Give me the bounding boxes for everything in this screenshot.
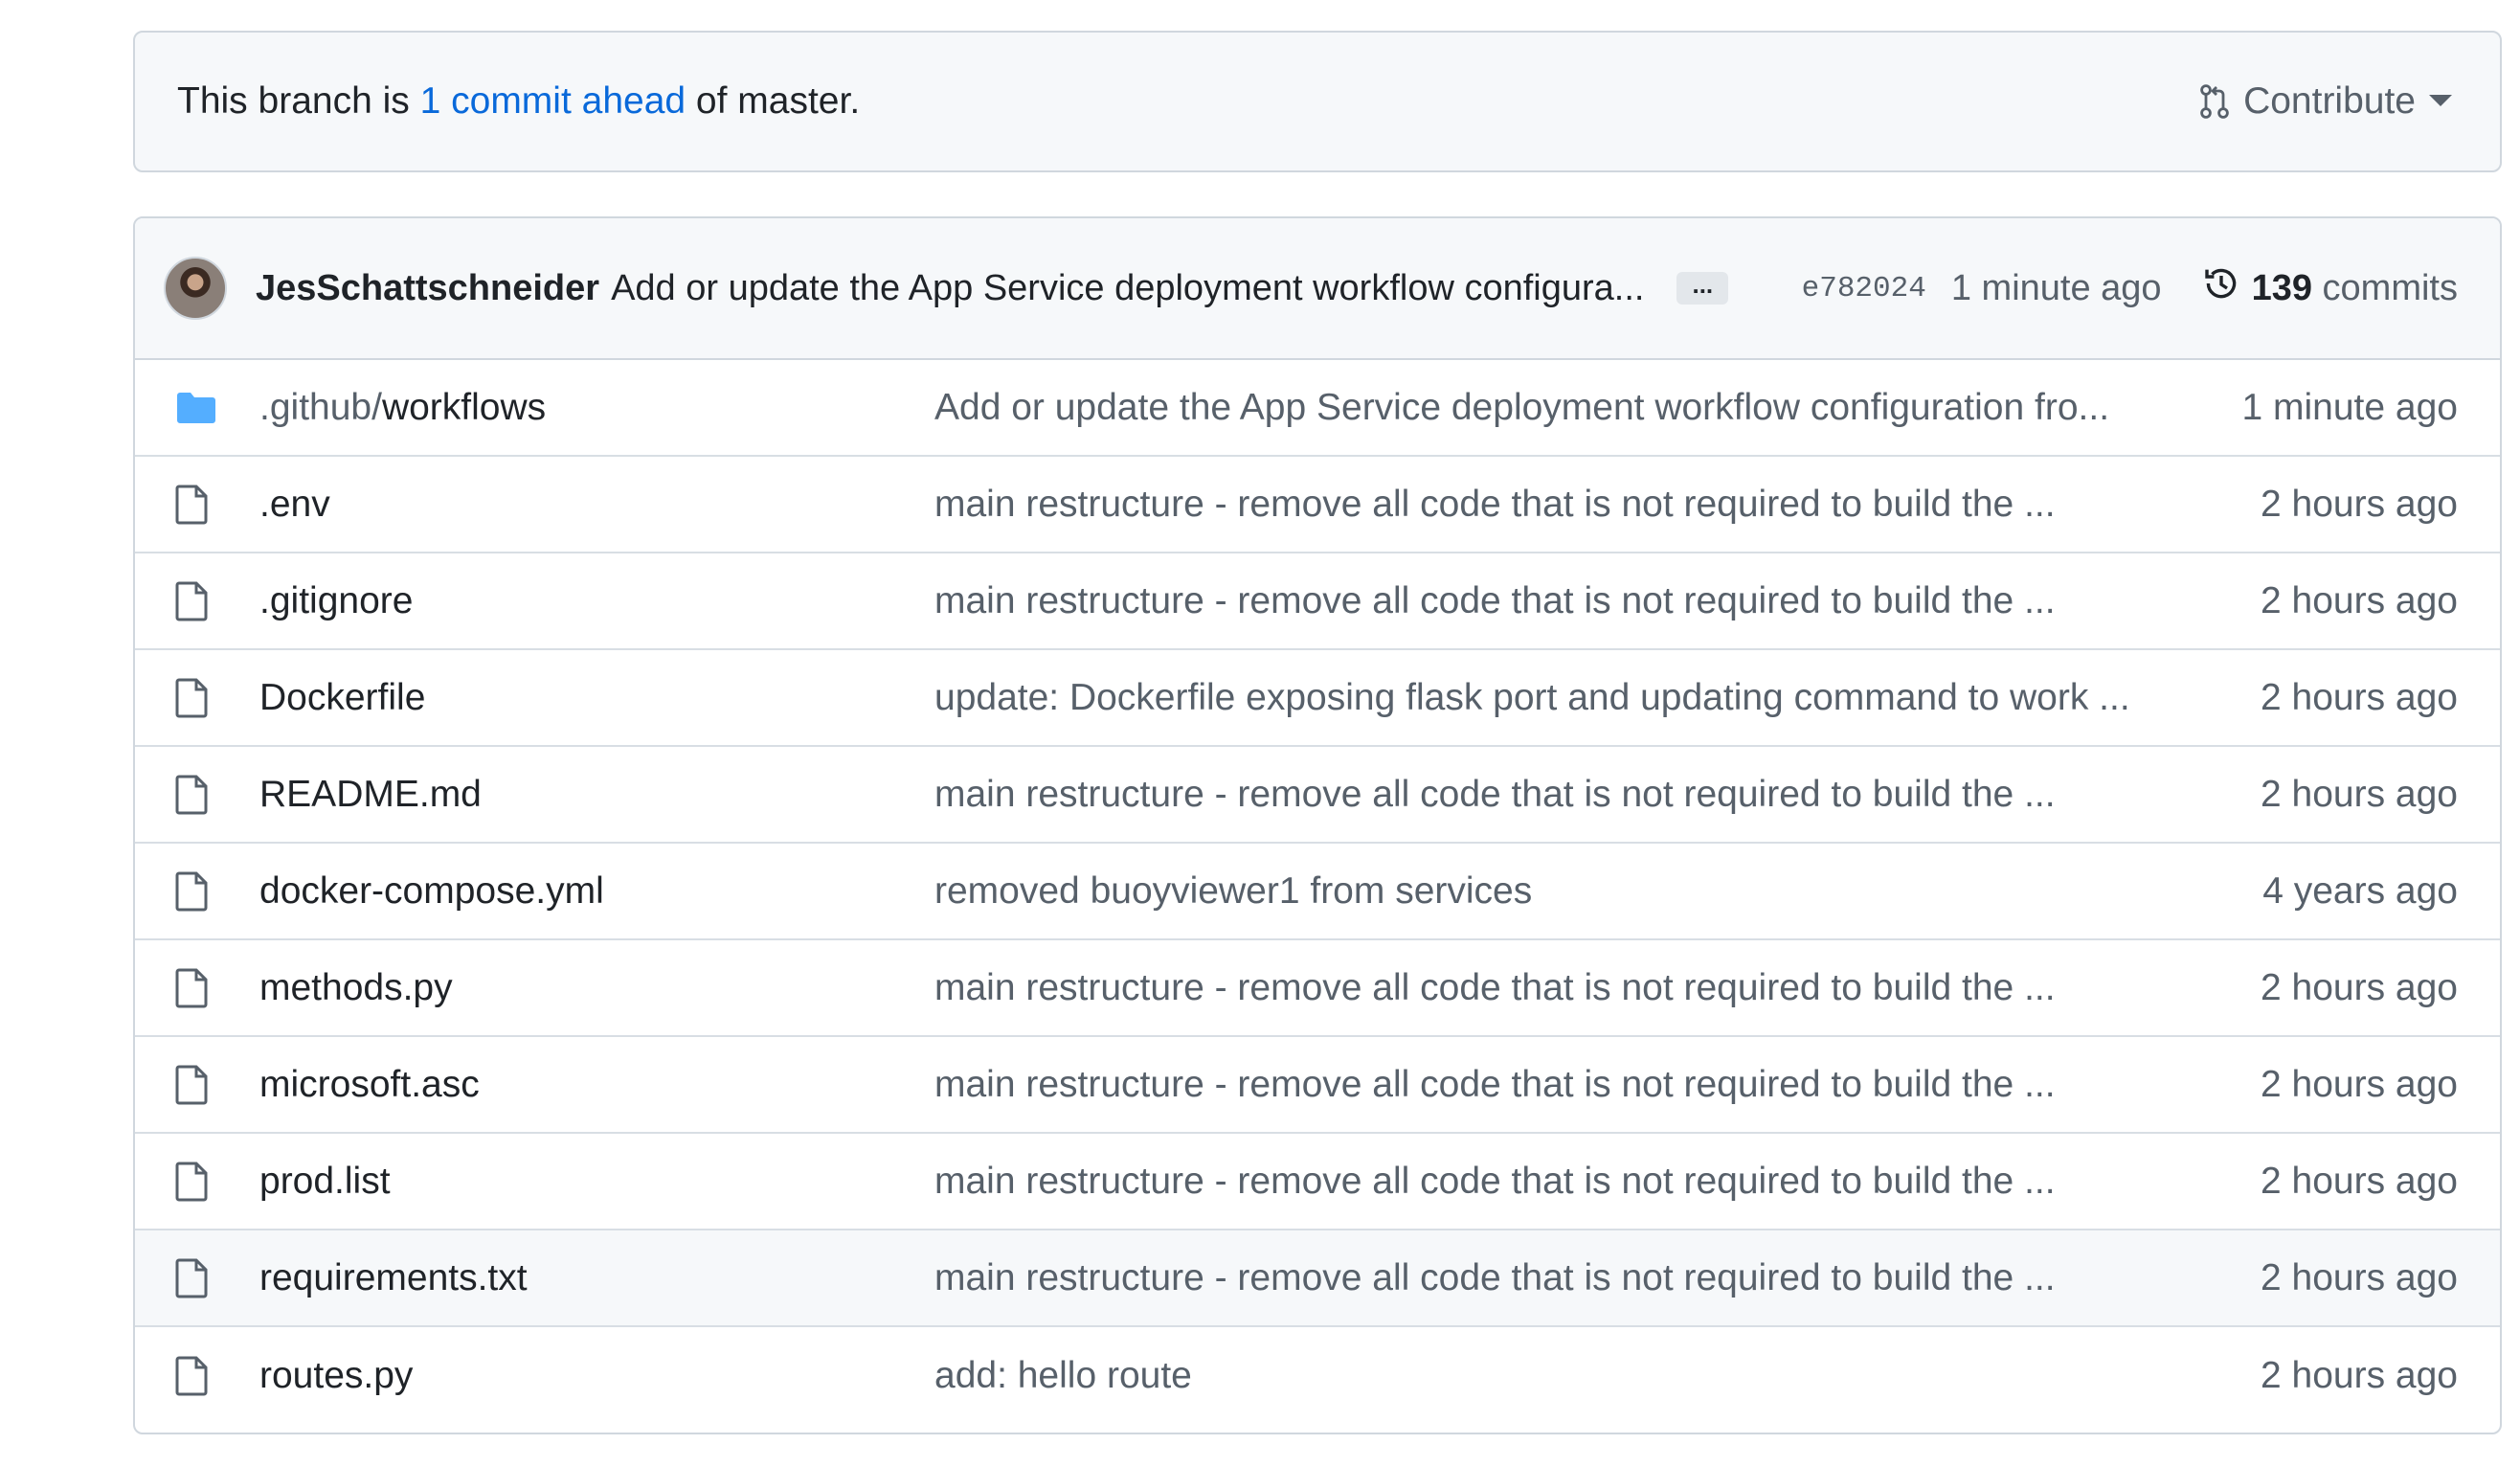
- file-commit-message[interactable]: main restructure - remove all code that …: [934, 774, 2261, 816]
- file-name-link[interactable]: microsoft.asc: [259, 1064, 934, 1106]
- file-name-dir: .github/: [259, 386, 382, 428]
- file-name: README.md: [259, 773, 482, 815]
- commits-ahead-link[interactable]: 1 commit ahead: [420, 80, 686, 122]
- file-icon: [135, 581, 259, 621]
- pull-request-icon: [2199, 83, 2230, 120]
- file-icon: [135, 775, 259, 815]
- file-icon: [135, 485, 259, 525]
- expand-commit-button[interactable]: ...: [1676, 272, 1729, 305]
- file-name-link[interactable]: routes.py: [259, 1355, 934, 1397]
- file-row[interactable]: Dockerfile update: Dockerfile exposing fl…: [135, 650, 2500, 747]
- file-commit-age: 2 hours ago: [2261, 773, 2458, 815]
- file-name-link[interactable]: .github/workflows: [259, 387, 934, 429]
- file-row[interactable]: .github/workflows Add or update the App S…: [135, 360, 2500, 457]
- file-icon: [135, 1162, 259, 1202]
- file-commit-age: 2 hours ago: [2261, 1063, 2458, 1105]
- file-name: routes.py: [259, 1354, 414, 1396]
- file-row[interactable]: routes.py add: hello route 2 hours ago: [135, 1327, 2500, 1424]
- commit-sha[interactable]: e782024: [1802, 272, 1926, 305]
- file-row[interactable]: .env main restructure - remove all code t…: [135, 457, 2500, 553]
- file-name: microsoft.asc: [259, 1063, 480, 1105]
- commits-label: commits: [2322, 267, 2458, 308]
- branch-status-suffix: of master.: [686, 80, 861, 122]
- latest-commit-header: JesSchattschneider Add or update the App…: [135, 218, 2500, 360]
- file-commit-age: 2 hours ago: [2261, 1160, 2458, 1202]
- branch-status-prefix: This branch is: [177, 80, 420, 122]
- file-name: .env: [259, 483, 330, 525]
- file-name: Dockerfile: [259, 676, 426, 718]
- commit-message[interactable]: Add or update the App Service deployment…: [611, 268, 1644, 309]
- commit-count: 139: [2251, 267, 2312, 308]
- file-name-link[interactable]: .env: [259, 484, 934, 526]
- file-commit-age: 2 hours ago: [2261, 579, 2458, 621]
- file-icon: [135, 871, 259, 912]
- commits-history-link[interactable]: 139 commits: [2202, 264, 2458, 312]
- file-commit-message[interactable]: add: hello route: [934, 1355, 2261, 1397]
- history-icon: [2202, 264, 2240, 312]
- file-commit-message[interactable]: main restructure - remove all code that …: [934, 967, 2261, 1009]
- file-commit-message[interactable]: main restructure - remove all code that …: [934, 1257, 2261, 1299]
- file-name: .gitignore: [259, 579, 414, 621]
- file-commit-age: 2 hours ago: [2261, 966, 2458, 1008]
- caret-down-icon: [2429, 95, 2452, 108]
- file-name: methods.py: [259, 966, 453, 1008]
- file-name-link[interactable]: docker-compose.yml: [259, 870, 934, 913]
- file-name: docker-compose.yml: [259, 869, 604, 912]
- file-commit-message[interactable]: main restructure - remove all code that …: [934, 484, 2261, 526]
- file-commit-age: 1 minute ago: [2241, 386, 2459, 428]
- file-commit-message[interactable]: main restructure - remove all code that …: [934, 1161, 2261, 1203]
- file-commit-message[interactable]: update: Dockerfile exposing flask port a…: [934, 677, 2261, 719]
- file-icon: [135, 678, 259, 718]
- file-name-link[interactable]: requirements.txt: [259, 1257, 934, 1299]
- file-name: prod.list: [259, 1160, 391, 1202]
- file-icon: [135, 1065, 259, 1105]
- file-row[interactable]: microsoft.asc main restructure - remove a…: [135, 1037, 2500, 1134]
- file-name-link[interactable]: methods.py: [259, 967, 934, 1009]
- branch-status-text: This branch is 1 commit ahead of master.: [177, 80, 2199, 123]
- contribute-button[interactable]: Contribute: [2199, 80, 2452, 123]
- file-commit-age: 4 years ago: [2262, 869, 2458, 912]
- branch-status-banner: This branch is 1 commit ahead of master.…: [133, 31, 2502, 172]
- file-name: requirements.txt: [259, 1256, 528, 1298]
- contribute-label: Contribute: [2243, 80, 2416, 122]
- file-row[interactable]: .gitignore main restructure - remove all …: [135, 553, 2500, 650]
- file-commit-message[interactable]: main restructure - remove all code that …: [934, 580, 2261, 622]
- file-row[interactable]: methods.py main restructure - remove all …: [135, 940, 2500, 1037]
- file-commit-age: 2 hours ago: [2261, 1256, 2458, 1298]
- file-row[interactable]: prod.list main restructure - remove all c…: [135, 1134, 2500, 1230]
- file-icon: [135, 1356, 259, 1396]
- file-name-link[interactable]: prod.list: [259, 1161, 934, 1203]
- file-commit-age: 2 hours ago: [2261, 676, 2458, 718]
- file-commit-message[interactable]: removed buoyviewer1 from services: [934, 870, 2262, 913]
- file-row[interactable]: requirements.txt main restructure - remov…: [135, 1230, 2500, 1327]
- file-name-link[interactable]: .gitignore: [259, 580, 934, 622]
- commit-author[interactable]: JesSchattschneider: [256, 268, 599, 309]
- file-icon: [135, 968, 259, 1008]
- file-commit-message[interactable]: Add or update the App Service deployment…: [934, 387, 2242, 429]
- file-row[interactable]: README.md main restructure - remove all c…: [135, 747, 2500, 844]
- folder-icon: [135, 391, 259, 425]
- file-name: workflows: [381, 386, 547, 428]
- file-icon: [135, 1258, 259, 1298]
- file-rows: .github/workflows Add or update the App S…: [135, 360, 2500, 1424]
- file-name-link[interactable]: README.md: [259, 774, 934, 816]
- file-row[interactable]: docker-compose.yml removed buoyviewer1 fr…: [135, 844, 2500, 940]
- file-commit-message[interactable]: main restructure - remove all code that …: [934, 1064, 2261, 1106]
- file-name-link[interactable]: Dockerfile: [259, 677, 934, 719]
- file-commit-age: 2 hours ago: [2261, 483, 2458, 525]
- avatar[interactable]: [164, 257, 227, 320]
- file-commit-age: 2 hours ago: [2261, 1354, 2458, 1396]
- commit-time: 1 minute ago: [1950, 267, 2162, 308]
- file-list-box: JesSchattschneider Add or update the App…: [133, 216, 2502, 1434]
